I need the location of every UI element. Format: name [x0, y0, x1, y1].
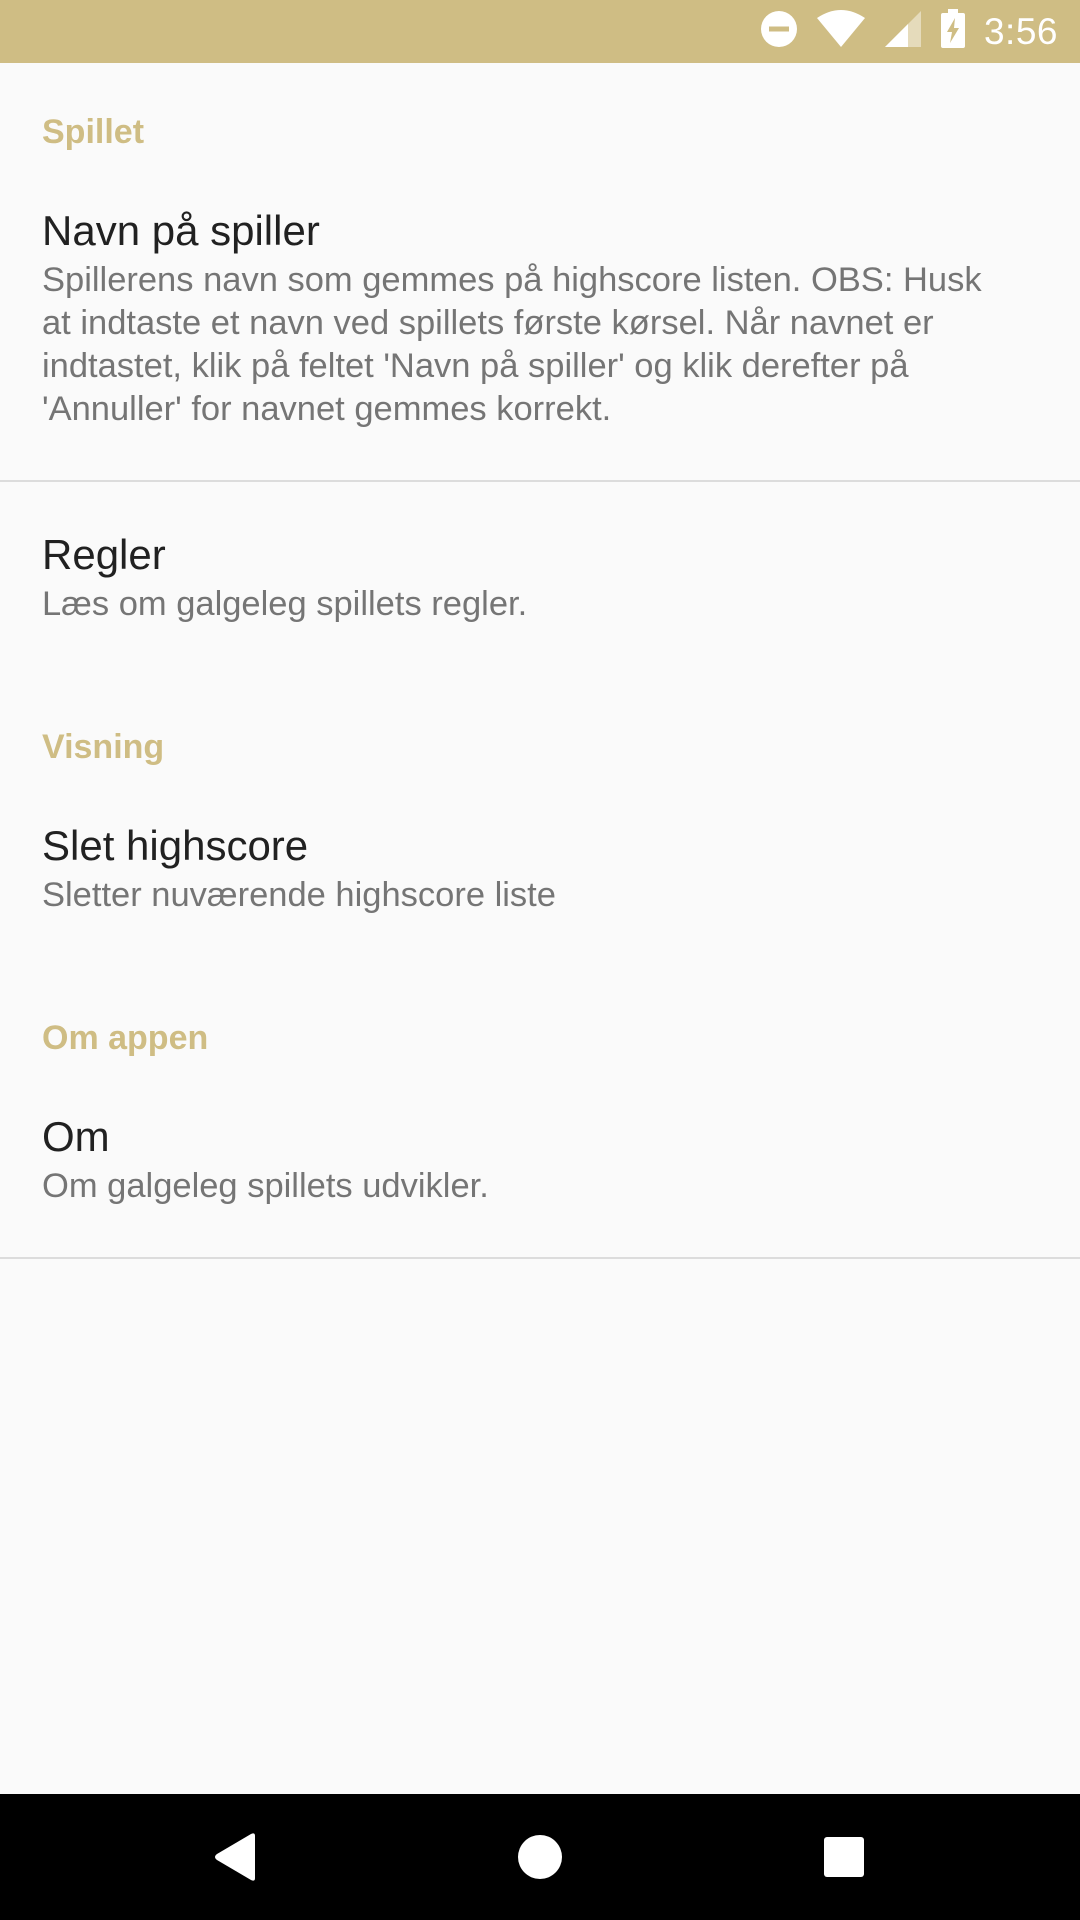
status-time: 3:56 [983, 10, 1058, 52]
pref-about[interactable]: Om Om galgeleg spillets udvikler. [42, 1111, 1042, 1208]
pref-summary: Læs om galgeleg spillets regler. [42, 585, 528, 623]
status-bar: 3:56 [0, 0, 1080, 63]
pref-summary: Spillerens navn som gemmes på highscore … [42, 259, 1042, 431]
summary-line: 'Annuller' for navnet gemmes korrekt. [42, 390, 612, 428]
pref-summary: Sletter nuværende highscore liste [42, 876, 556, 914]
navigation-bar [0, 1794, 1080, 1920]
pref-title: Regler [42, 531, 166, 578]
signal-icon [884, 10, 922, 53]
summary-line: at indtaste et navn ved spillets første … [42, 304, 934, 342]
battery-charging-icon [940, 9, 966, 54]
pref-player-name[interactable]: Navn på spiller Spillerens navn som gemm… [42, 205, 1042, 431]
home-icon[interactable] [510, 1827, 570, 1887]
summary-line: Spillerens navn som gemmes på highscore … [42, 261, 982, 299]
pref-rules[interactable]: Regler Læs om galgeleg spillets regler. [42, 529, 1042, 626]
category-spillet: Spillet [42, 113, 145, 151]
category-visning: Visning [42, 728, 165, 766]
summary-line: indtastet, klik på feltet 'Navn på spill… [42, 347, 909, 385]
category-om-appen: Om appen [42, 1019, 209, 1057]
do-not-disturb-icon [760, 10, 798, 53]
pref-delete-highscore[interactable]: Slet highscore Sletter nuværende highsco… [42, 820, 1042, 917]
back-icon[interactable] [205, 1827, 265, 1887]
settings-list: Spillet Navn på spiller Spillerens navn … [0, 63, 1080, 1794]
pref-title: Navn på spiller [42, 207, 320, 254]
status-icons: 3:56 [760, 0, 1058, 63]
pref-summary: Om galgeleg spillets udvikler. [42, 1167, 489, 1205]
divider [0, 1257, 1080, 1259]
divider [0, 480, 1080, 482]
recents-icon[interactable] [814, 1827, 874, 1887]
pref-title: Om [42, 1113, 110, 1160]
pref-title: Slet highscore [42, 822, 309, 869]
wifi-icon [816, 10, 866, 53]
